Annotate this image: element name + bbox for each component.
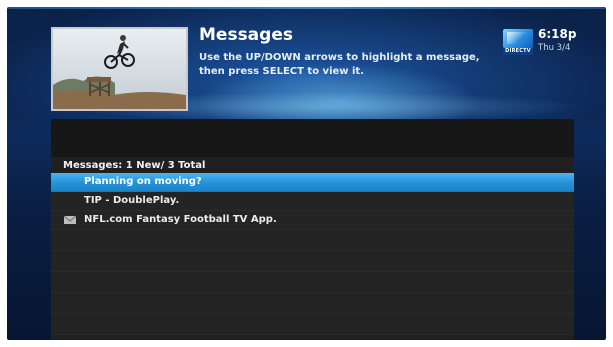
empty-row [51, 251, 574, 272]
tv-logo-icon [503, 29, 533, 48]
empty-row [51, 293, 574, 314]
logo-text: DIRECTV [503, 48, 533, 55]
bmx-rider-image [53, 29, 186, 109]
page-title: Messages [199, 25, 293, 45]
directv-logo: DIRECTV [503, 29, 533, 55]
clock-date: Thu 3/4 [538, 43, 571, 53]
message-label: Planning on moving? [84, 176, 202, 187]
messages-panel: Messages: 1 New/ 3 Total Planning on mov… [51, 119, 574, 340]
message-label: NFL.com Fantasy Football TV App. [84, 214, 277, 225]
panel-header-band [51, 119, 574, 157]
tv-screen: Messages Use the UP/DOWN arrows to highl… [7, 7, 606, 340]
clock-time: 6:18p [538, 27, 577, 41]
message-list: Planning on moving? TIP - DoublePlay. NF… [51, 173, 574, 335]
empty-row [51, 314, 574, 335]
empty-row [51, 272, 574, 293]
message-count: Messages: 1 New/ 3 Total [63, 160, 206, 171]
preview-thumbnail [51, 27, 188, 111]
message-label: TIP - DoublePlay. [84, 195, 180, 206]
envelope-icon [64, 216, 76, 224]
empty-row [51, 230, 574, 251]
instructions-text: Use the UP/DOWN arrows to highlight a me… [199, 52, 480, 77]
message-item-nfl[interactable]: NFL.com Fantasy Football TV App. [51, 211, 574, 230]
message-item-planning[interactable]: Planning on moving? [51, 173, 574, 192]
message-item-tip[interactable]: TIP - DoublePlay. [51, 192, 574, 211]
